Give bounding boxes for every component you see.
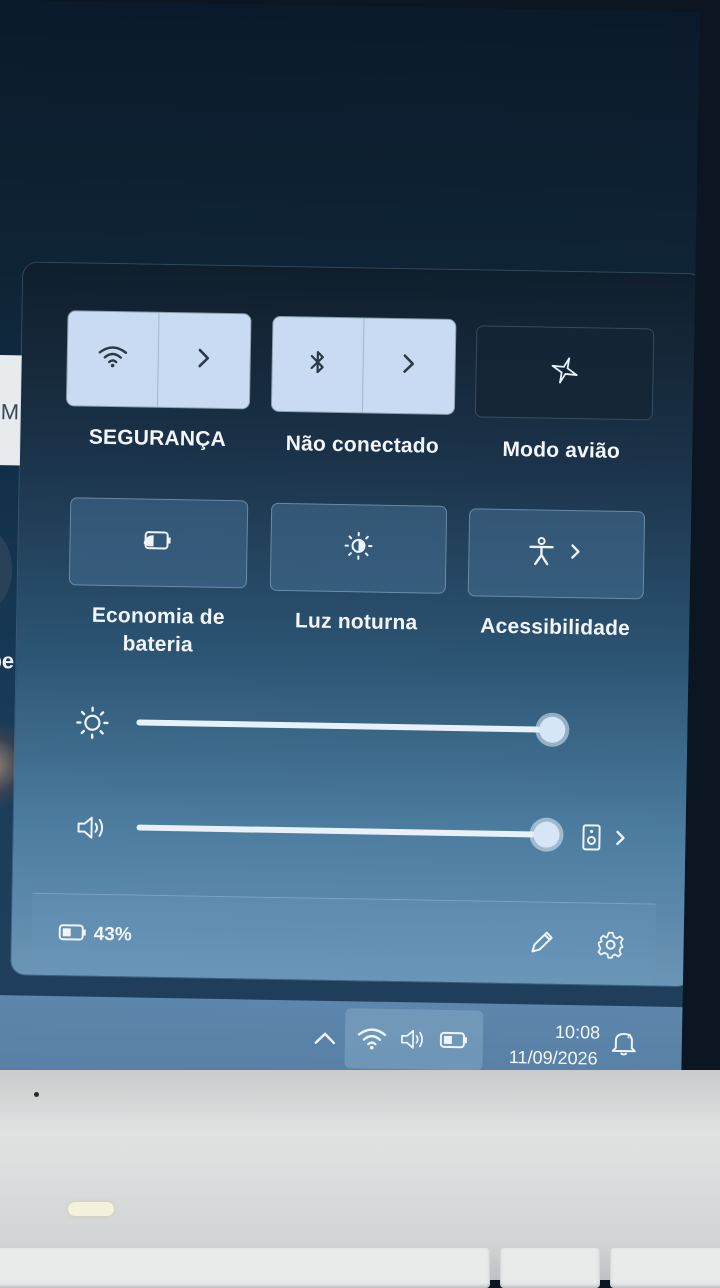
brightness-slider-track[interactable] xyxy=(136,719,552,732)
keyboard-key xyxy=(500,1248,600,1288)
accessibility-tile[interactable] xyxy=(468,508,646,599)
accessibility-icon xyxy=(527,536,556,571)
svg-text:z: z xyxy=(627,1031,631,1040)
camera-dot xyxy=(34,1092,39,1097)
bluetooth-tile xyxy=(272,317,456,414)
volume-slider-thumb[interactable] xyxy=(533,821,559,847)
keyboard-key xyxy=(0,1248,490,1288)
airplane-mode-label: Modo avião xyxy=(468,435,654,466)
tile-divider xyxy=(157,313,160,407)
night-light-tile[interactable] xyxy=(270,503,448,594)
night-light-label: Luz noturna xyxy=(265,607,447,638)
background-window-letter: M xyxy=(1,399,20,425)
battery-saver-tile[interactable] xyxy=(69,497,249,588)
accessibility-label: Acessibilidade xyxy=(457,612,653,643)
brightness-icon xyxy=(75,705,110,745)
quick-settings-body: SEGURANÇA Não conectado Modo avião xyxy=(12,262,699,904)
brightness-slider-thumb[interactable] xyxy=(539,717,565,743)
battery-percent: 43% xyxy=(94,924,132,947)
wifi-expand-chevron-icon[interactable] xyxy=(197,347,211,374)
wifi-tile xyxy=(67,311,251,408)
airplane-icon xyxy=(548,354,581,392)
battery-saver-icon xyxy=(141,529,175,557)
airplane-mode-tile[interactable] xyxy=(475,325,655,420)
battery-icon[interactable] xyxy=(57,923,87,947)
quick-settings-panel: SEGURANÇA Não conectado Modo avião xyxy=(11,262,700,986)
pencil-icon[interactable] xyxy=(527,928,556,961)
background-text: be xyxy=(0,648,14,674)
power-led xyxy=(68,1202,114,1216)
laptop-bezel xyxy=(0,1070,720,1280)
battery-saver-label-line2: bateria xyxy=(63,629,253,660)
night-light-icon xyxy=(343,531,374,567)
wifi-icon xyxy=(357,1026,388,1056)
tile-divider xyxy=(362,318,365,412)
volume-slider-track[interactable] xyxy=(137,825,547,838)
speaker-icon xyxy=(399,1027,430,1057)
notification-bell-icon[interactable]: z xyxy=(610,1028,639,1063)
volume-output-chevron-icon[interactable] xyxy=(614,829,626,852)
system-tray-group[interactable] xyxy=(344,1008,483,1070)
bluetooth-label: Não conectado xyxy=(258,430,466,462)
battery-icon xyxy=(439,1031,469,1055)
quick-settings-footer: 43% xyxy=(31,893,656,985)
speaker-output-icon[interactable] xyxy=(581,823,602,856)
background-avatar xyxy=(0,529,13,610)
battery-saver-label-line1: Economia de xyxy=(63,601,253,632)
accessibility-chevron-icon xyxy=(569,543,581,566)
keyboard-key xyxy=(610,1248,720,1288)
taskbar-clock-time[interactable]: 10:08 xyxy=(555,1022,600,1044)
gear-icon[interactable] xyxy=(595,930,626,966)
bluetooth-expand-chevron-icon[interactable] xyxy=(401,353,415,380)
desktop-screen: M be SEGURANÇA xyxy=(0,0,700,1090)
chevron-up-icon[interactable] xyxy=(312,1029,338,1052)
speaker-icon[interactable] xyxy=(75,813,110,847)
taskbar-clock-date[interactable]: 11/09/2026 xyxy=(509,1047,598,1070)
wifi-label: SEGURANÇA xyxy=(66,423,248,454)
bluetooth-icon[interactable] xyxy=(308,349,327,380)
wifi-icon[interactable] xyxy=(98,344,129,374)
